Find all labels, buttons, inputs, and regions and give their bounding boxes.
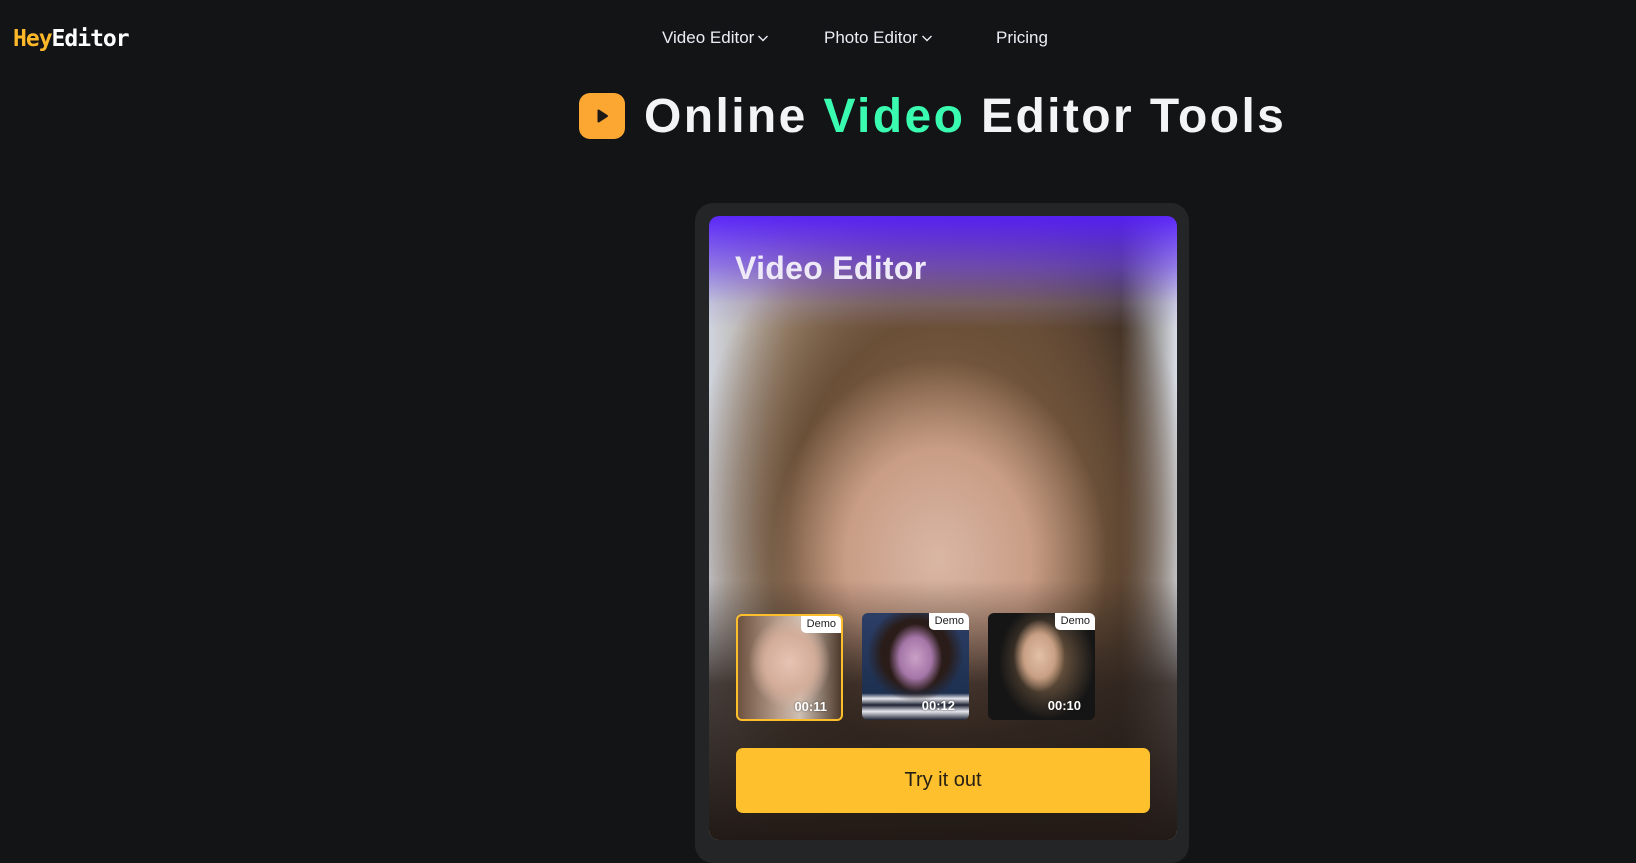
chevron-down-icon xyxy=(921,35,932,42)
play-icon xyxy=(579,93,625,139)
top-navigation-bar: HeyEditor Video Editor Photo Editor Pric… xyxy=(0,0,1636,80)
title-video-accent: Video xyxy=(823,89,966,143)
title-editor-tools: Editor Tools xyxy=(965,89,1287,143)
demo-badge: Demo xyxy=(800,616,841,633)
page-title-text: Online Video Editor Tools xyxy=(644,89,1286,144)
nav-pricing-label: Pricing xyxy=(996,28,1048,47)
demo-badge: Demo xyxy=(1054,613,1095,630)
video-duration: 00:10 xyxy=(1047,698,1081,713)
page-title: Online Video Editor Tools xyxy=(579,89,1286,144)
nav-photo-editor-label: Photo Editor xyxy=(824,28,918,47)
nav-photo-editor[interactable]: Photo Editor xyxy=(824,28,933,48)
video-duration: 00:12 xyxy=(921,698,955,713)
title-online: Online xyxy=(644,89,824,143)
demo-thumbnail[interactable]: Demo 00:12 xyxy=(862,613,969,720)
demo-badge: Demo xyxy=(928,613,969,630)
demo-thumbnail[interactable]: Demo 00:11 xyxy=(736,614,843,721)
chevron-down-icon xyxy=(758,35,769,42)
main-nav: Video Editor Photo Editor Pricing xyxy=(0,28,1636,52)
nav-video-editor[interactable]: Video Editor xyxy=(662,28,769,48)
card-title: Video Editor xyxy=(735,250,927,286)
try-it-out-button[interactable]: Try it out xyxy=(736,748,1150,813)
demo-thumbnails: Demo 00:11 Demo 00:12 Demo 00:10 xyxy=(736,613,1096,721)
video-duration: 00:11 xyxy=(794,699,827,714)
demo-thumbnail[interactable]: Demo 00:10 xyxy=(988,613,1095,720)
nav-video-editor-label: Video Editor xyxy=(662,28,755,47)
video-editor-card: Video Editor Demo 00:11 Demo 00:12 Demo … xyxy=(709,216,1177,840)
nav-pricing[interactable]: Pricing xyxy=(996,28,1048,48)
